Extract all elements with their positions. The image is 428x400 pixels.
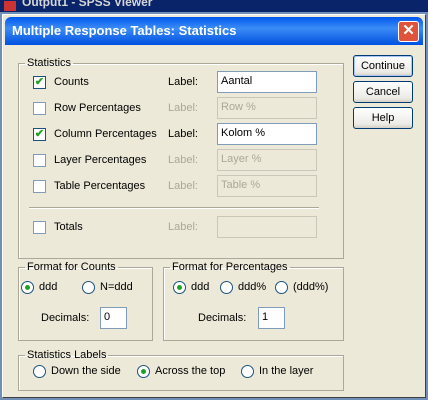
in-the-layer-label: In the layer bbox=[259, 365, 314, 377]
format-percentages-legend: Format for Percentages bbox=[172, 261, 288, 273]
table-percentages-label-caption: Label: bbox=[168, 180, 198, 192]
statistics-labels-legend: Statistics Labels bbox=[27, 349, 107, 361]
row-percentages-label: Row Percentages bbox=[54, 102, 141, 114]
background-window-title: Output1 - SPSS Viewer bbox=[22, 0, 153, 9]
background-window-titlebar: Output1 - SPSS Viewer bbox=[0, 0, 428, 12]
cancel-button[interactable]: Cancel bbox=[353, 81, 413, 103]
down-the-side-radio[interactable] bbox=[33, 365, 46, 378]
percent-format-ddd-percent-label: ddd% bbox=[238, 281, 267, 293]
dialog-titlebar[interactable]: Multiple Response Tables: Statistics ✕ bbox=[5, 17, 423, 45]
help-button[interactable]: Help bbox=[353, 107, 413, 129]
table-percentages-label-field[interactable]: Table % bbox=[217, 175, 317, 197]
column-percentages-label-field[interactable]: Kolom % bbox=[217, 123, 317, 145]
layer-percentages-checkbox[interactable] bbox=[33, 154, 46, 167]
close-button[interactable]: ✕ bbox=[398, 21, 419, 42]
percent-format-paren-radio[interactable] bbox=[275, 281, 288, 294]
statistics-legend: Statistics bbox=[27, 57, 72, 69]
counts-checkbox[interactable]: ✔ bbox=[33, 76, 46, 89]
counts-format-ddd-label: ddd bbox=[39, 281, 58, 293]
statistics-separator bbox=[29, 207, 319, 209]
across-the-top-radio[interactable] bbox=[137, 365, 150, 378]
continue-button[interactable]: Continue bbox=[353, 55, 413, 77]
spss-app-icon bbox=[4, 1, 16, 11]
dialog-title: Multiple Response Tables: Statistics bbox=[12, 23, 237, 38]
totals-label: Totals bbox=[54, 221, 83, 233]
counts-format-n-ddd-radio[interactable] bbox=[82, 281, 95, 294]
format-percentages-group: Format for Percentages bbox=[163, 261, 344, 341]
down-the-side-label: Down the side bbox=[51, 365, 121, 377]
in-the-layer-radio[interactable] bbox=[241, 365, 254, 378]
percent-decimals-field[interactable]: 1 bbox=[258, 307, 285, 329]
check-mark-icon: ✔ bbox=[34, 128, 45, 140]
percent-format-ddd-percent-radio[interactable] bbox=[220, 281, 233, 294]
row-percentages-label-caption: Label: bbox=[168, 102, 198, 114]
percent-decimals-label: Decimals: bbox=[198, 312, 247, 324]
counts-decimals-label: Decimals: bbox=[41, 312, 90, 324]
totals-label-field[interactable] bbox=[217, 216, 317, 238]
totals-label-caption: Label: bbox=[168, 221, 198, 233]
table-percentages-checkbox[interactable] bbox=[33, 180, 46, 193]
counts-format-ddd-radio[interactable] bbox=[21, 281, 34, 294]
statistics-dialog: Multiple Response Tables: Statistics ✕ S… bbox=[2, 14, 426, 398]
totals-checkbox[interactable] bbox=[33, 221, 46, 234]
column-percentages-checkbox[interactable]: ✔ bbox=[33, 128, 46, 141]
counts-label: Counts bbox=[54, 76, 89, 88]
table-percentages-label: Table Percentages bbox=[54, 180, 146, 192]
percent-format-paren-label: (ddd%) bbox=[293, 281, 329, 293]
percent-format-ddd-radio[interactable] bbox=[173, 281, 186, 294]
format-counts-legend: Format for Counts bbox=[27, 261, 116, 273]
row-percentages-checkbox[interactable] bbox=[33, 102, 46, 115]
row-percentages-label-field[interactable]: Row % bbox=[217, 97, 317, 119]
layer-percentages-label-field[interactable]: Layer % bbox=[217, 149, 317, 171]
layer-percentages-label-caption: Label: bbox=[168, 154, 198, 166]
check-mark-icon: ✔ bbox=[34, 76, 45, 88]
column-percentages-label-caption: Label: bbox=[168, 128, 198, 140]
across-the-top-label: Across the top bbox=[155, 365, 226, 377]
format-counts-group: Format for Counts bbox=[18, 261, 153, 341]
counts-format-n-ddd-label: N=ddd bbox=[100, 281, 133, 293]
counts-decimals-field[interactable]: 0 bbox=[100, 307, 127, 329]
layer-percentages-label: Layer Percentages bbox=[54, 154, 147, 166]
counts-label-caption: Label: bbox=[168, 76, 198, 88]
column-percentages-label: Column Percentages bbox=[54, 128, 157, 140]
percent-format-ddd-label: ddd bbox=[191, 281, 210, 293]
counts-label-field[interactable]: Aantal bbox=[217, 71, 317, 93]
close-icon: ✕ bbox=[402, 22, 415, 39]
